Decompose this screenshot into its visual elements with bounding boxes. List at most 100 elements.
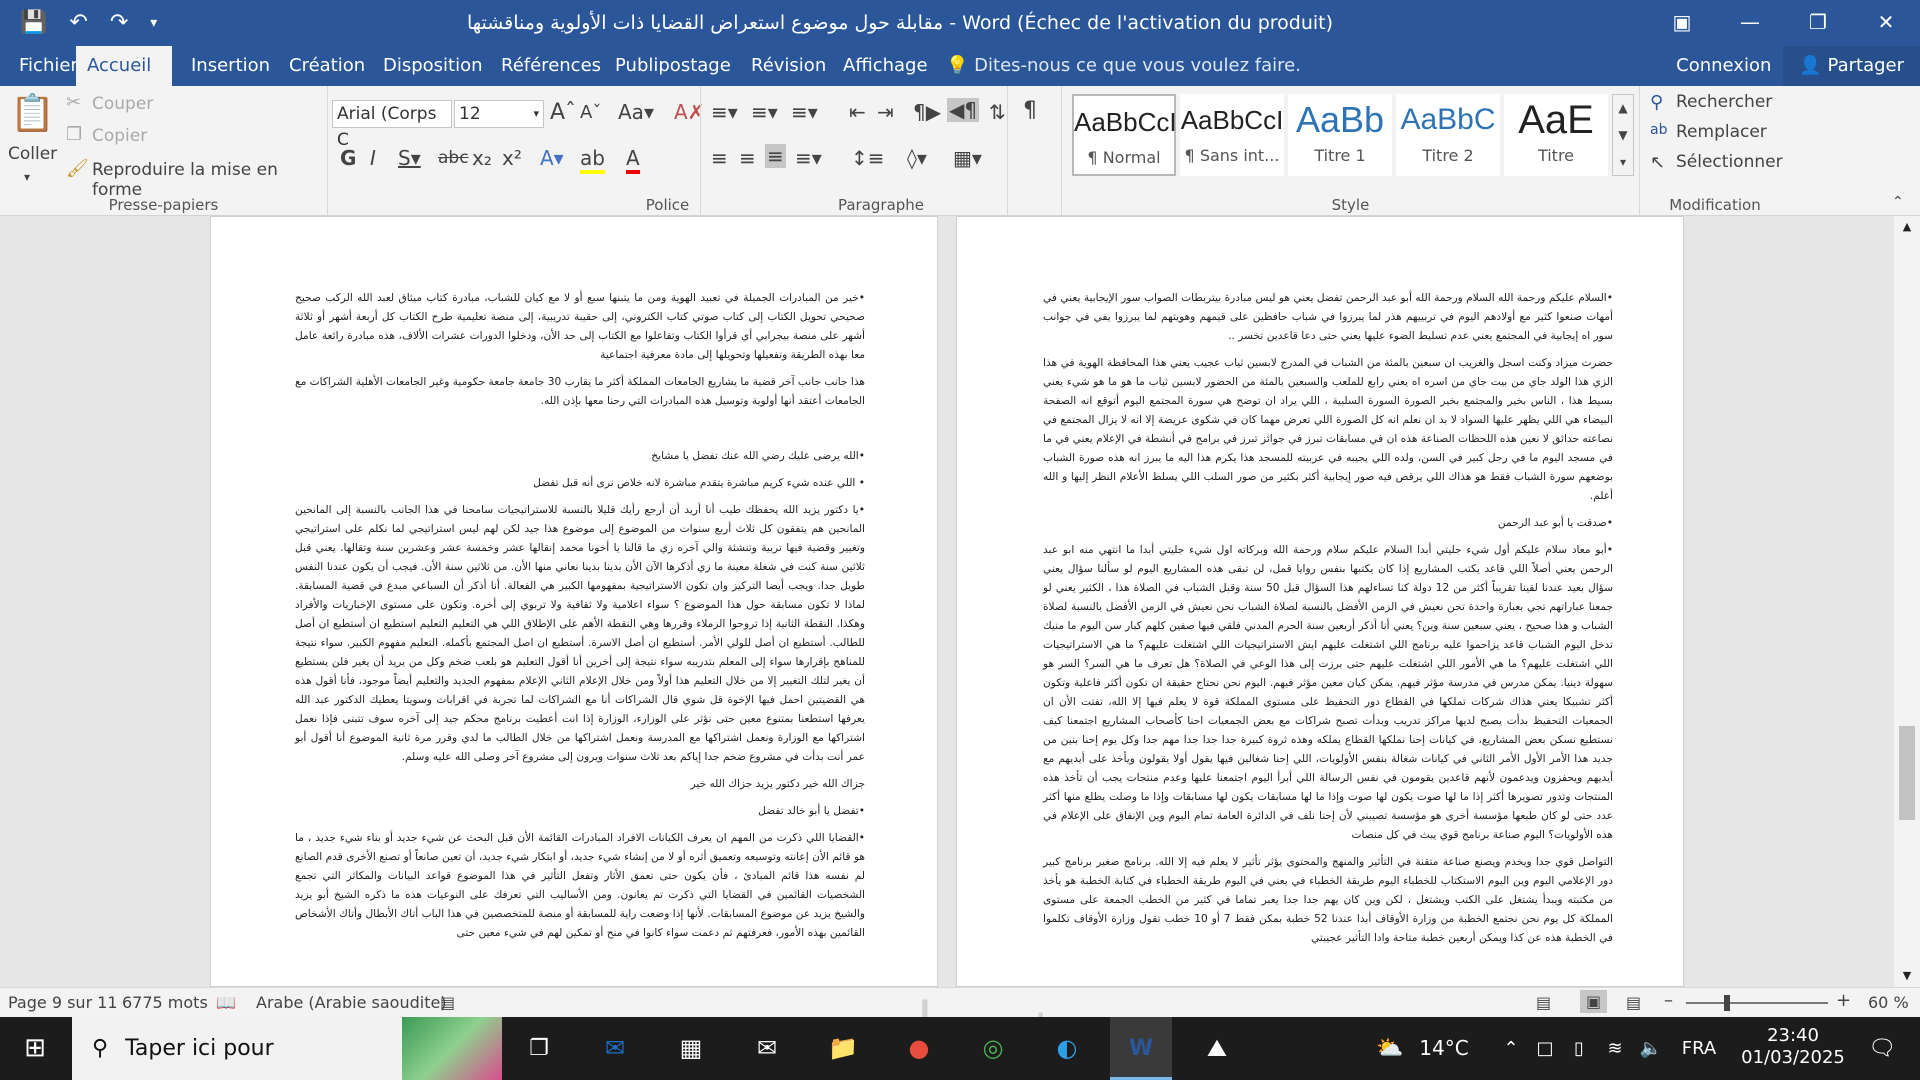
- shading-icon[interactable]: ◊▾: [907, 146, 927, 170]
- web-layout-icon[interactable]: ▤: [1626, 993, 1641, 1012]
- multilevel-list-icon[interactable]: ≡▾: [791, 100, 818, 124]
- connexion-link[interactable]: Connexion: [1664, 46, 1783, 86]
- print-layout-icon[interactable]: ▣: [1580, 990, 1608, 1013]
- read-mode-icon[interactable]: ▤: [1536, 993, 1551, 1012]
- font-color-icon[interactable]: A: [626, 146, 640, 174]
- battery-icon[interactable]: ▯: [1564, 1017, 1594, 1080]
- style-title[interactable]: AaE Titre: [1504, 94, 1608, 176]
- underline-icon[interactable]: S▾: [398, 146, 421, 170]
- edge-icon[interactable]: ◐: [1040, 1017, 1094, 1080]
- word-icon[interactable]: W: [1110, 1017, 1172, 1080]
- select-button[interactable]: Sélectionner: [1676, 152, 1783, 172]
- temperature[interactable]: 14°C: [1414, 1017, 1474, 1080]
- windows-start-icon[interactable]: ⊞: [0, 1017, 70, 1080]
- app-icon[interactable]: ●: [892, 1017, 946, 1080]
- scroll-thumb[interactable]: [1899, 726, 1915, 820]
- font-name-combo[interactable]: Arial (Corps C: [332, 100, 452, 150]
- outlook-icon[interactable]: ✉: [588, 1017, 642, 1080]
- file-explorer-icon[interactable]: 📁: [816, 1017, 870, 1080]
- page-right[interactable]: •السلام عليكم ورحمة الله السلام ورحمة ال…: [956, 216, 1684, 987]
- paste-dropdown-icon[interactable]: ▾: [24, 170, 30, 184]
- mail-icon[interactable]: ✉: [740, 1017, 794, 1080]
- tab-insertion[interactable]: Insertion: [180, 46, 281, 86]
- input-language[interactable]: FRA: [1676, 1017, 1722, 1080]
- taskbar-search[interactable]: ⚲ Taper ici pour: [72, 1017, 502, 1080]
- tab-creation[interactable]: Création: [278, 46, 376, 86]
- tab-publipostage[interactable]: Publipostage: [604, 46, 742, 86]
- language-indicator[interactable]: Arabe (Arabie saoudite): [256, 993, 447, 1012]
- chevron-up-icon[interactable]: ⌃: [1496, 1017, 1526, 1080]
- strikethrough-icon[interactable]: abc: [438, 148, 469, 168]
- style-heading-2[interactable]: AaBbC Titre 2: [1396, 94, 1500, 176]
- minimize-button[interactable]: —: [1716, 0, 1784, 46]
- replace-button[interactable]: Remplacer: [1676, 122, 1767, 142]
- decrease-indent-icon[interactable]: ⇤: [849, 100, 866, 124]
- copy-button[interactable]: Copier: [92, 126, 147, 146]
- highlight-icon[interactable]: ab: [580, 146, 605, 174]
- weather-icon[interactable]: ⛅: [1370, 1017, 1410, 1080]
- tab-disposition[interactable]: Disposition: [372, 46, 494, 86]
- select-icon[interactable]: ↖: [1650, 152, 1665, 173]
- borders-icon[interactable]: ▦▾: [953, 146, 982, 170]
- tab-revision[interactable]: Révision: [740, 46, 837, 86]
- cut-button[interactable]: Couper: [92, 94, 153, 114]
- zoom-level[interactable]: 60 %: [1868, 993, 1909, 1012]
- scissors-icon[interactable]: ✂: [66, 92, 81, 113]
- ltr-icon[interactable]: ¶▶: [913, 100, 941, 124]
- style-heading-1[interactable]: AaBb Titre 1: [1288, 94, 1392, 176]
- rtl-icon[interactable]: ◀¶: [947, 98, 980, 122]
- left-page-text[interactable]: •خير من المبادرات الجميلة في تعبيد الهوي…: [295, 289, 865, 951]
- paste-icon[interactable]: 📋: [10, 92, 55, 140]
- photos-icon[interactable]: ⛰: [1190, 1017, 1244, 1080]
- tab-references[interactable]: Références: [490, 46, 612, 86]
- customize-qat-icon[interactable]: ▾: [150, 8, 157, 38]
- ribbon-display-icon[interactable]: ▣: [1648, 0, 1716, 46]
- redo-icon[interactable]: ↷: [110, 8, 128, 38]
- macro-icon[interactable]: ▤: [440, 993, 455, 1012]
- share-button[interactable]: 👤 Partager: [1783, 46, 1920, 86]
- styles-scroll-icon[interactable]: ▲ ▼ ▾: [1612, 94, 1634, 176]
- text-effects-icon[interactable]: A▾: [540, 146, 564, 170]
- chrome-icon[interactable]: ◎: [966, 1017, 1020, 1080]
- grow-font-icon[interactable]: Aˆ: [550, 100, 576, 125]
- subscript-icon[interactable]: x₂: [472, 146, 492, 170]
- calculator-icon[interactable]: ▦: [664, 1017, 718, 1080]
- sort-icon[interactable]: ⇅: [989, 100, 1006, 124]
- superscript-icon[interactable]: x²: [502, 146, 522, 170]
- italic-icon[interactable]: I: [370, 146, 376, 170]
- scroll-down-icon[interactable]: ▼: [1894, 965, 1920, 987]
- zoom-slider[interactable]: [1686, 1002, 1828, 1004]
- close-button[interactable]: ✕: [1852, 0, 1920, 46]
- wifi-icon[interactable]: ≋: [1600, 1017, 1630, 1080]
- align-right-icon[interactable]: ≡: [765, 144, 786, 168]
- bullets-icon[interactable]: ≡▾: [711, 100, 738, 124]
- font-size-combo[interactable]: 12 ▾: [454, 100, 544, 128]
- style-no-spacing[interactable]: AaBbCcI ¶ Sans int...: [1180, 94, 1284, 176]
- word-count[interactable]: 6775 mots: [122, 993, 208, 1012]
- bold-icon[interactable]: G: [340, 146, 356, 170]
- zoom-out-icon[interactable]: –: [1664, 990, 1673, 1011]
- style-normal[interactable]: AaBbCcI ¶ Normal: [1072, 94, 1177, 176]
- tab-accueil[interactable]: Accueil: [76, 46, 172, 86]
- tell-me-box[interactable]: 💡 Dites-nous ce que vous voulez faire.: [946, 46, 1301, 86]
- notifications-icon[interactable]: 🗨: [1852, 1017, 1912, 1080]
- find-icon[interactable]: ⚲: [1650, 92, 1663, 113]
- scroll-up-icon[interactable]: ▲: [1894, 216, 1920, 238]
- page-left[interactable]: •خير من المبادرات الجميلة في تعبيد الهوي…: [210, 216, 938, 987]
- format-painter-button[interactable]: Reproduire la mise en forme: [92, 160, 327, 200]
- restore-button[interactable]: ❐: [1784, 0, 1852, 46]
- proofing-icon[interactable]: 📖: [216, 993, 236, 1012]
- change-case-icon[interactable]: Aa▾: [618, 100, 654, 124]
- justify-icon[interactable]: ≡▾: [795, 146, 822, 170]
- align-center-icon[interactable]: ≡: [739, 146, 756, 170]
- line-spacing-icon[interactable]: ↕≡: [851, 146, 885, 170]
- zoom-in-icon[interactable]: +: [1836, 990, 1851, 1011]
- undo-icon[interactable]: ↶: [69, 8, 87, 38]
- vertical-scrollbar[interactable]: ▲ ▼: [1894, 216, 1920, 987]
- increase-indent-icon[interactable]: ⇥: [877, 100, 894, 124]
- clock[interactable]: 23:40 01/03/2025: [1738, 1017, 1848, 1080]
- replace-icon[interactable]: ab: [1650, 122, 1667, 138]
- numbering-icon[interactable]: ≡▾: [751, 100, 778, 124]
- right-page-text[interactable]: •السلام عليكم ورحمة الله السلام ورحمة ال…: [1043, 289, 1613, 956]
- copy-icon[interactable]: ❐: [66, 124, 82, 145]
